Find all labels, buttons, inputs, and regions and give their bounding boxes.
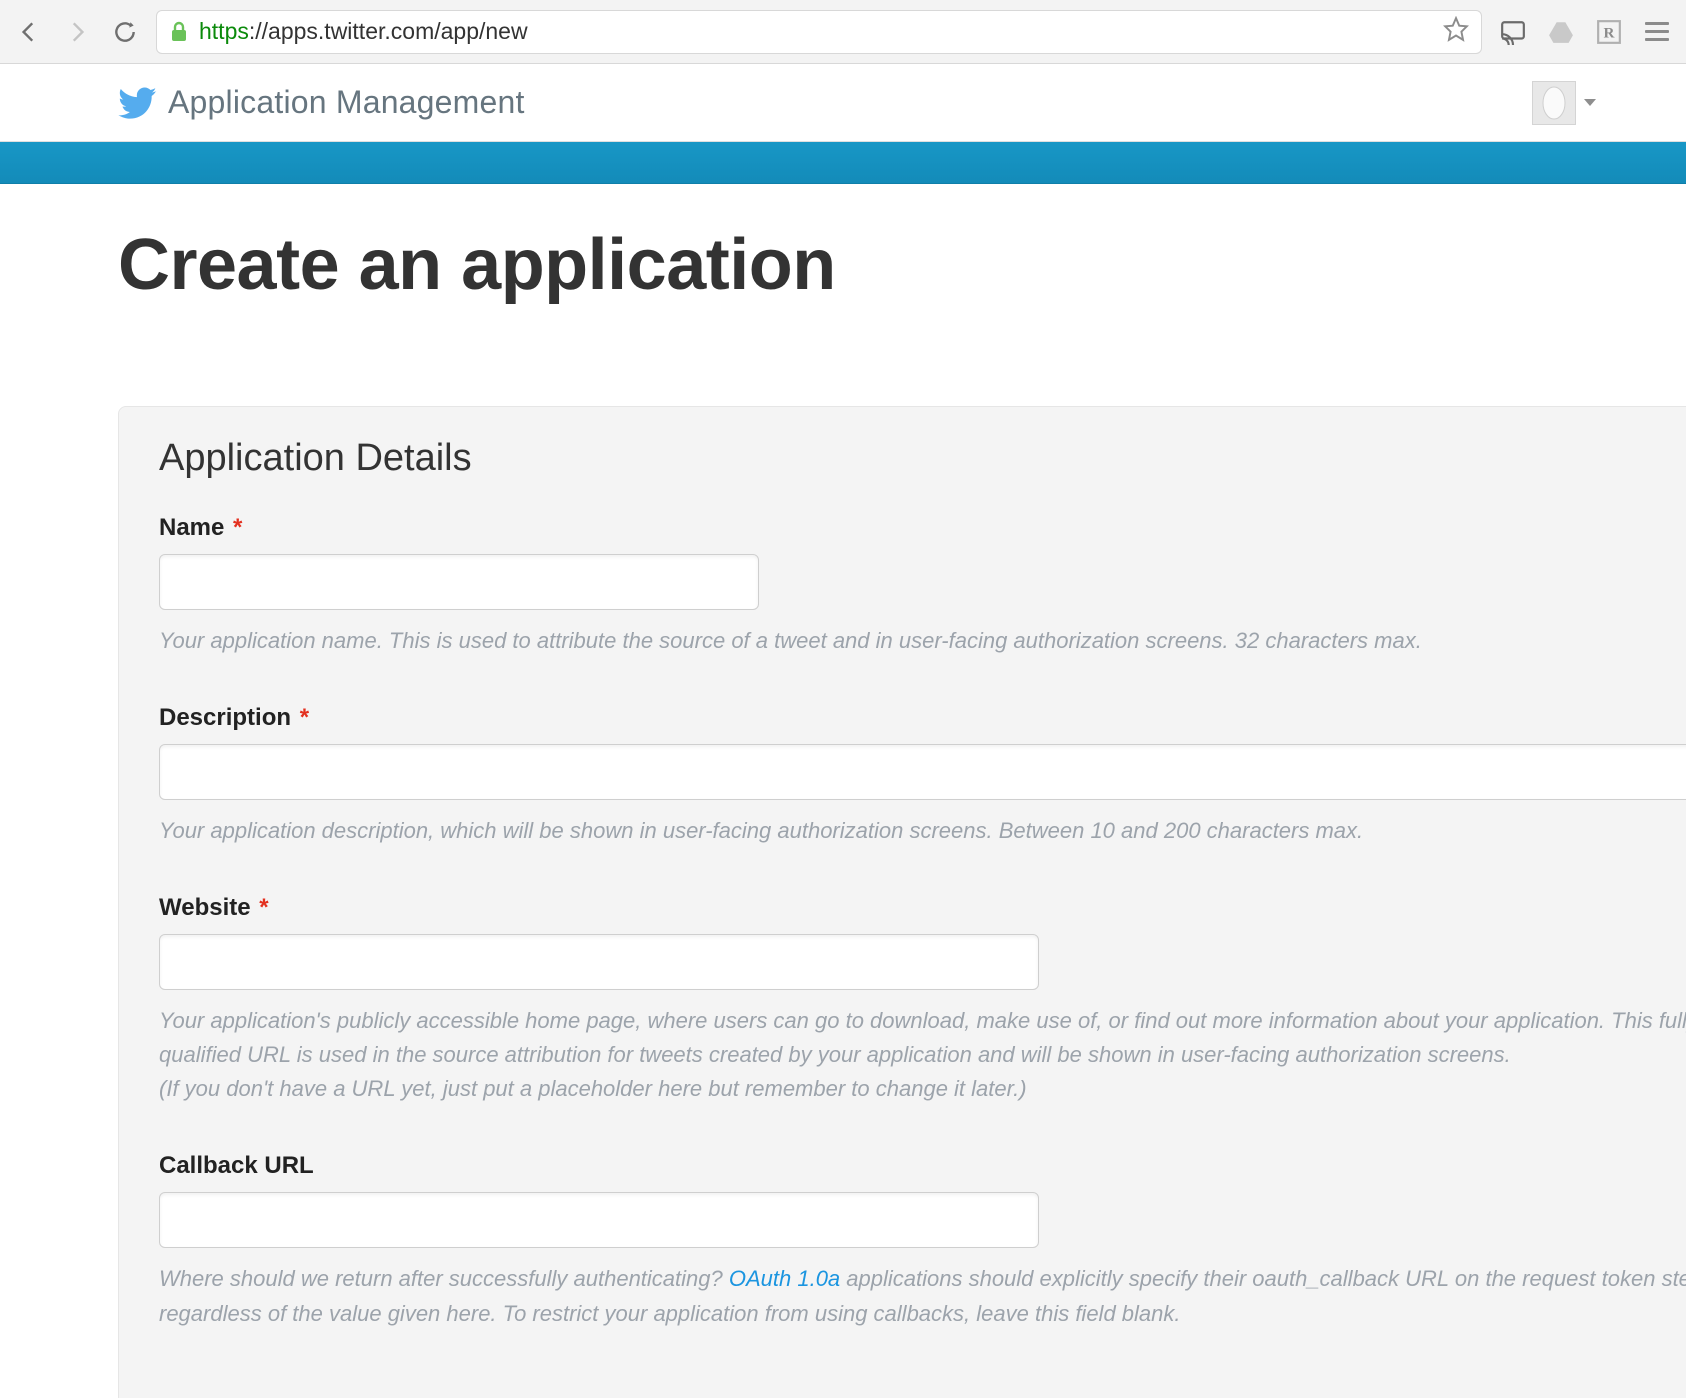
- field-name: Name * Your application name. This is us…: [159, 514, 1686, 658]
- r-extension-icon[interactable]: R: [1592, 15, 1626, 49]
- required-asterisk: *: [233, 514, 242, 541]
- page-content: Create an application Application Detail…: [0, 184, 1686, 1398]
- website-help: Your application's publicly accessible h…: [159, 1004, 1686, 1106]
- drive-icon[interactable]: [1544, 15, 1578, 49]
- website-help-line1: Your application's publicly accessible h…: [159, 1008, 1686, 1067]
- reload-button[interactable]: [108, 15, 142, 49]
- description-input[interactable]: [159, 744, 1686, 800]
- url-text: https://apps.twitter.com/app/new: [199, 18, 528, 45]
- name-label: Name *: [159, 514, 1686, 542]
- cast-icon[interactable]: [1496, 15, 1530, 49]
- description-label-text: Description: [159, 704, 291, 731]
- field-callback-url: Callback URL Where should we return afte…: [159, 1152, 1686, 1330]
- url-rest: ://apps.twitter.com/app/new: [249, 18, 528, 45]
- description-help: Your application description, which will…: [159, 814, 1686, 848]
- lock-icon: [169, 21, 189, 43]
- callback-label-text: Callback URL: [159, 1152, 314, 1179]
- callback-input[interactable]: [159, 1192, 1039, 1248]
- callback-help: Where should we return after successfull…: [159, 1262, 1686, 1330]
- browser-menu-button[interactable]: [1640, 15, 1674, 49]
- website-label: Website *: [159, 894, 1686, 922]
- url-scheme: https: [199, 18, 249, 45]
- twitter-bird-icon[interactable]: [118, 83, 158, 123]
- field-website: Website * Your application's publicly ac…: [159, 894, 1686, 1106]
- name-label-text: Name: [159, 514, 224, 541]
- website-label-text: Website: [159, 894, 251, 921]
- svg-text:R: R: [1604, 24, 1616, 41]
- chevron-down-icon: [1584, 99, 1596, 106]
- avatar: [1532, 81, 1576, 125]
- hamburger-icon: [1645, 22, 1669, 41]
- user-menu[interactable]: [1532, 81, 1596, 125]
- callback-help-pre: Where should we return after successfull…: [159, 1266, 729, 1291]
- back-button[interactable]: [12, 15, 46, 49]
- oauth-link[interactable]: OAuth 1.0a: [729, 1266, 840, 1291]
- description-label: Description *: [159, 704, 1686, 732]
- website-help-line2: (If you don't have a URL yet, just put a…: [159, 1076, 1027, 1101]
- address-bar[interactable]: https://apps.twitter.com/app/new: [156, 10, 1482, 54]
- callback-label: Callback URL: [159, 1152, 1686, 1180]
- forward-button[interactable]: [60, 15, 94, 49]
- site-title[interactable]: Application Management: [168, 84, 525, 121]
- website-input[interactable]: [159, 934, 1039, 990]
- application-details-panel: Application Details Name * Your applicat…: [118, 406, 1686, 1398]
- name-input[interactable]: [159, 554, 759, 610]
- required-asterisk: *: [259, 894, 268, 921]
- browser-toolbar: https://apps.twitter.com/app/new R: [0, 0, 1686, 64]
- field-description: Description * Your application descripti…: [159, 704, 1686, 848]
- page-title: Create an application: [118, 224, 1686, 306]
- bookmark-star-icon[interactable]: [1443, 16, 1469, 48]
- name-help: Your application name. This is used to a…: [159, 624, 1686, 658]
- sub-nav-bar: [0, 142, 1686, 184]
- required-asterisk: *: [300, 704, 309, 731]
- site-header: Application Management: [0, 64, 1686, 142]
- panel-title: Application Details: [159, 437, 1686, 480]
